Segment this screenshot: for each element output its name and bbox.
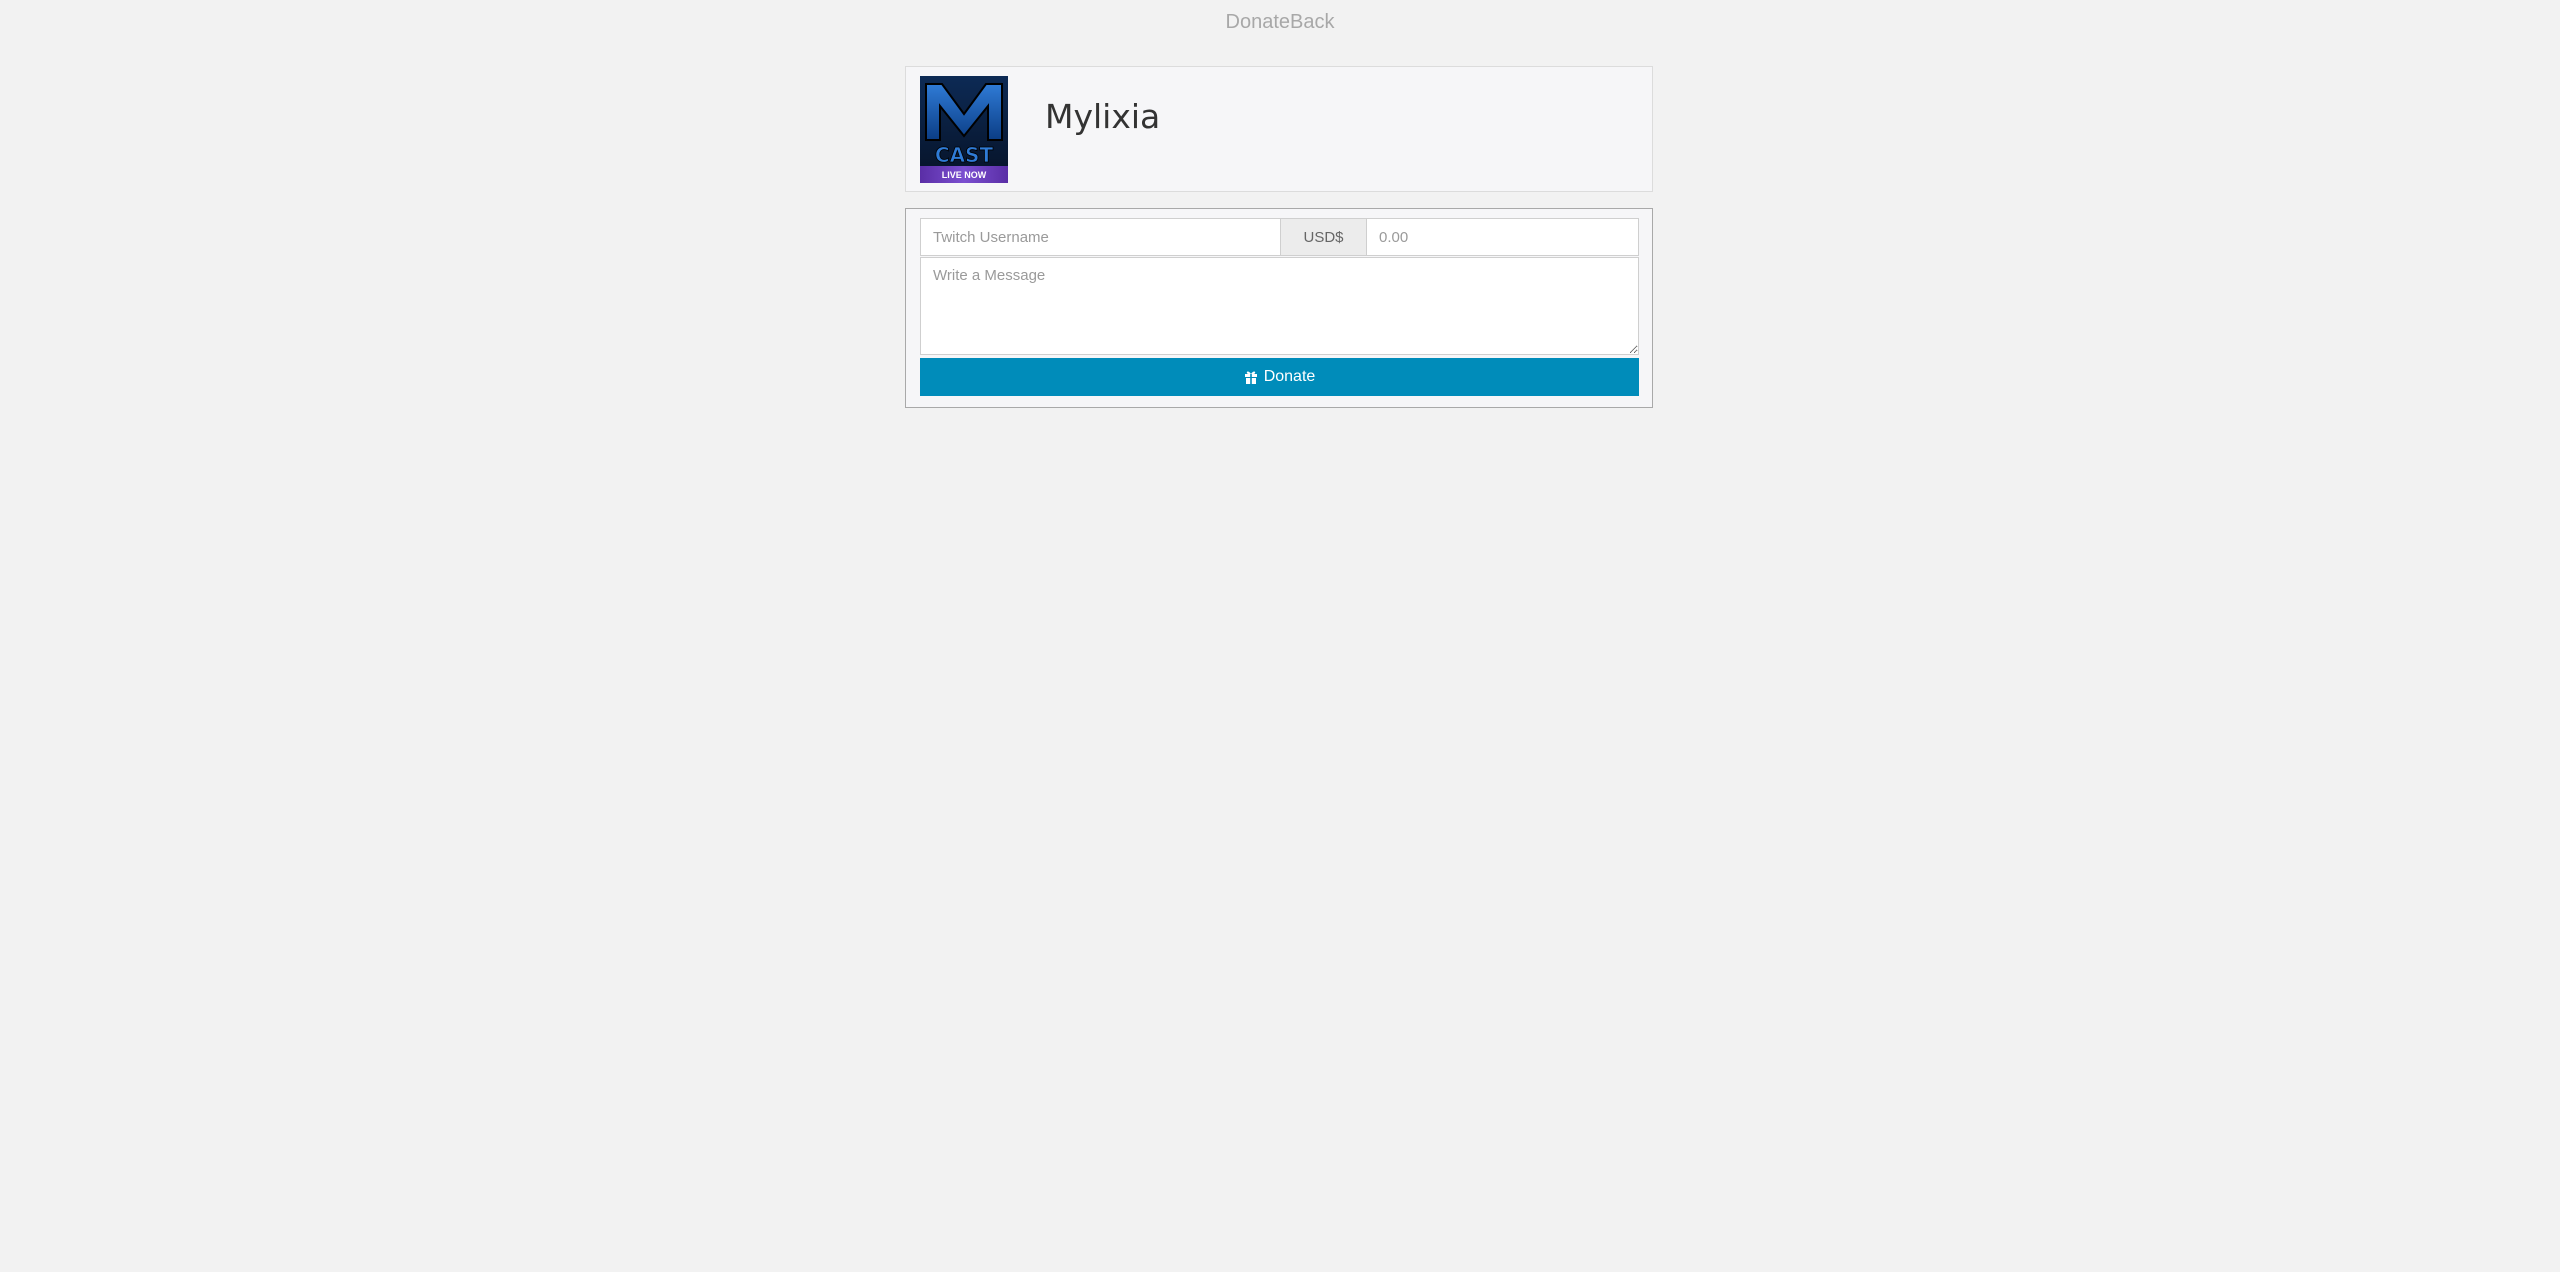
- twitch-username-input[interactable]: [920, 218, 1281, 256]
- donate-button-label: Donate: [1263, 368, 1316, 385]
- gift-icon: [1244, 370, 1258, 384]
- logo-word: CAST: [935, 143, 994, 167]
- donate-button[interactable]: Donate: [920, 358, 1639, 396]
- profile-name: Mylixia: [1045, 97, 1161, 136]
- amount-input[interactable]: [1366, 218, 1639, 256]
- message-textarea[interactable]: [920, 257, 1639, 355]
- profile-card: CAST LIVE NOW Mylixia: [905, 66, 1653, 192]
- avatar: CAST LIVE NOW: [920, 76, 1008, 183]
- mcast-logo-image: CAST LIVE NOW: [920, 76, 1008, 183]
- currency-label: USD$: [1281, 218, 1366, 256]
- live-now-badge: LIVE NOW: [942, 170, 987, 180]
- donation-form: USD$ Donate: [905, 208, 1653, 408]
- donation-input-row: USD$: [920, 218, 1639, 256]
- site-title: DonateBack: [1225, 11, 1335, 33]
